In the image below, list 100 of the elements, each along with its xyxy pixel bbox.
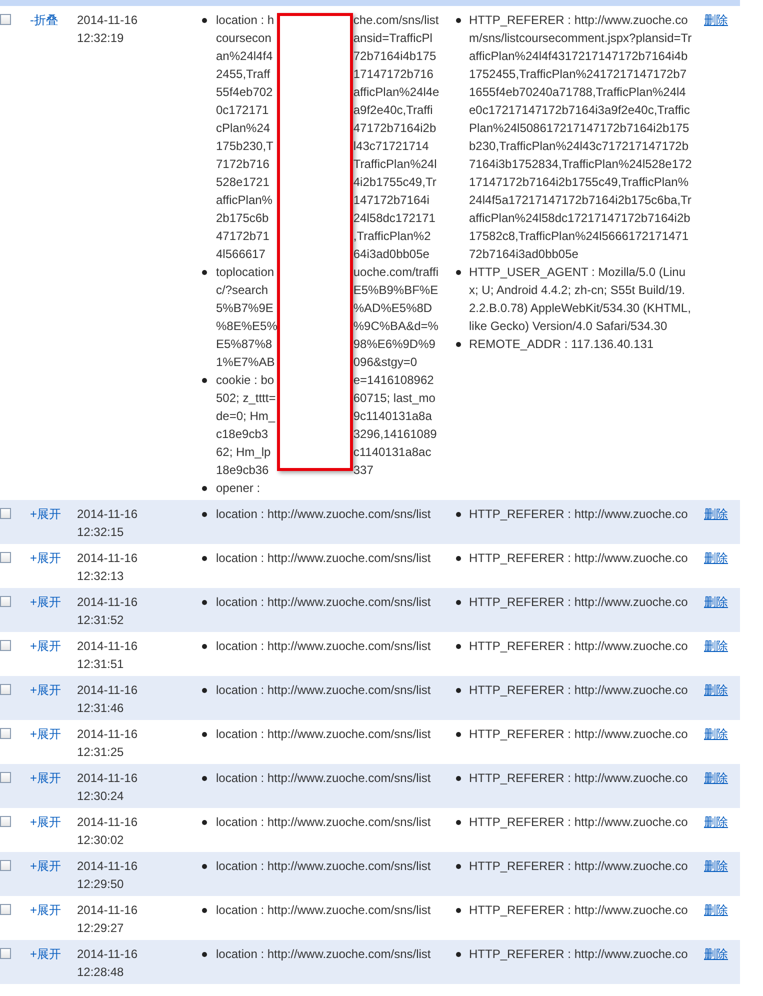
request-text: che.com/sns/list bbox=[353, 12, 440, 29]
delete-link[interactable]: 删除 bbox=[704, 593, 728, 611]
row-checkbox[interactable] bbox=[0, 640, 11, 651]
request-text: cPlan%24 bbox=[216, 120, 272, 137]
row-checkbox[interactable] bbox=[0, 904, 11, 915]
time-text: 12:32:13 bbox=[77, 568, 125, 585]
row-checkbox[interactable] bbox=[0, 772, 11, 783]
expand-toggle-link[interactable]: +展开 bbox=[30, 813, 62, 831]
delete-link[interactable]: 删除 bbox=[704, 725, 728, 743]
time-text: 12:29:27 bbox=[77, 920, 125, 937]
date-text: 2014-11-16 bbox=[77, 726, 138, 743]
delete-link[interactable]: 删除 bbox=[704, 637, 728, 655]
delete-link[interactable]: 删除 bbox=[704, 945, 728, 963]
time-text: 12:32:15 bbox=[77, 524, 125, 541]
bullet-icon bbox=[202, 820, 207, 825]
request-text: c/?search bbox=[216, 282, 270, 299]
delete-link[interactable]: 删除 bbox=[704, 549, 728, 567]
row-checkbox[interactable] bbox=[0, 552, 11, 563]
bullet-icon bbox=[202, 270, 207, 275]
expand-toggle-link[interactable]: +展开 bbox=[30, 945, 62, 963]
request-text: de=0; Hm_ bbox=[216, 408, 276, 425]
bullet-icon bbox=[456, 644, 461, 649]
expand-toggle-link[interactable]: +展开 bbox=[30, 769, 62, 787]
date-text: 2014-11-16 bbox=[77, 814, 138, 831]
request-text: 47172b71 bbox=[216, 228, 270, 245]
request-text: location : http://www.zuoche.com/sns/list bbox=[216, 550, 431, 567]
server-info-text: REMOTE_ADDR : 117.136.40.131 bbox=[469, 336, 655, 353]
bullet-icon bbox=[202, 952, 207, 957]
date-text: 2014-11-16 bbox=[77, 594, 138, 611]
time-text: 12:28:48 bbox=[77, 964, 125, 981]
request-text: 337 bbox=[353, 462, 374, 479]
request-text: location : http://www.zuoche.com/sns/list bbox=[216, 902, 431, 919]
bullet-icon bbox=[456, 732, 461, 737]
request-text: 98%E6%9D%9 bbox=[353, 336, 436, 353]
expand-toggle-link[interactable]: +展开 bbox=[30, 505, 62, 523]
expand-toggle-link[interactable]: +展开 bbox=[30, 725, 62, 743]
delete-link[interactable]: 删除 bbox=[704, 681, 728, 699]
request-text: an%24l4f4 bbox=[216, 48, 274, 65]
delete-link[interactable]: 删除 bbox=[704, 769, 728, 787]
row-checkbox[interactable] bbox=[0, 596, 11, 607]
row-checkbox[interactable] bbox=[0, 860, 11, 871]
server-info-text: HTTP_REFERER : http://www.zuoche.co bbox=[469, 726, 689, 743]
date-text: 2014-11-16 bbox=[77, 506, 138, 523]
row-checkbox[interactable] bbox=[0, 14, 11, 25]
request-text: location : http://www.zuoche.com/sns/list bbox=[216, 682, 431, 699]
request-text: cookie : bo bbox=[216, 372, 276, 389]
bullet-icon bbox=[202, 600, 207, 605]
time-text: 12:29:50 bbox=[77, 876, 125, 893]
request-text: 528e1721 bbox=[216, 174, 270, 191]
server-info-text: HTTP_REFERER : http://www.zuoche.co bbox=[469, 550, 689, 567]
time-text: 12:31:52 bbox=[77, 612, 125, 629]
expand-toggle-link[interactable]: -折叠 bbox=[30, 11, 58, 29]
bullet-icon bbox=[456, 512, 461, 517]
request-text: location : http://www.zuoche.com/sns/list bbox=[216, 814, 431, 831]
request-text: 3296,14161089 bbox=[353, 426, 438, 443]
row-checkbox[interactable] bbox=[0, 728, 11, 739]
delete-link[interactable]: 删除 bbox=[704, 857, 728, 875]
bullet-icon bbox=[456, 688, 461, 693]
request-text: 2b175c6b bbox=[216, 210, 270, 227]
row-checkbox[interactable] bbox=[0, 508, 11, 519]
server-info-text: HTTP_REFERER : http://www.zuoche.co bbox=[469, 594, 689, 611]
request-text: 64i3ad0bb05e bbox=[353, 246, 430, 263]
bullet-icon bbox=[202, 18, 207, 23]
expand-toggle-link[interactable]: +展开 bbox=[30, 637, 62, 655]
row-checkbox[interactable] bbox=[0, 816, 11, 827]
expand-toggle-link[interactable]: +展开 bbox=[30, 681, 62, 699]
request-text: location : http://www.zuoche.com/sns/list bbox=[216, 946, 431, 963]
bullet-icon bbox=[456, 908, 461, 913]
request-text: 9c1140131a8a bbox=[353, 408, 433, 425]
expand-toggle-link[interactable]: +展开 bbox=[30, 593, 62, 611]
request-text: c18e9cb3 bbox=[216, 426, 270, 443]
request-text: toplocation bbox=[216, 264, 276, 281]
delete-link[interactable]: 删除 bbox=[704, 901, 728, 919]
request-text: location : http://www.zuoche.com/sns/list bbox=[216, 858, 431, 875]
expand-toggle-link[interactable]: +展开 bbox=[30, 549, 62, 567]
bullet-icon bbox=[456, 776, 461, 781]
delete-link[interactable]: 删除 bbox=[704, 505, 728, 523]
date-text: 2014-11-16 bbox=[77, 770, 138, 787]
server-info-text: HTTP_REFERER : http://www.zuoche.co bbox=[469, 858, 689, 875]
row-checkbox[interactable] bbox=[0, 684, 11, 695]
request-text: a9f2e40c,Traffi bbox=[353, 102, 434, 119]
request-text: 2455,Traff bbox=[216, 66, 272, 83]
date-text: 2014-11-16 bbox=[77, 550, 138, 567]
row-checkbox[interactable] bbox=[0, 948, 11, 959]
bullet-icon bbox=[456, 270, 461, 275]
request-text: l43c71721714 bbox=[353, 138, 430, 155]
date-text: 2014-11-16 bbox=[77, 638, 138, 655]
expand-toggle-link[interactable]: +展开 bbox=[30, 901, 62, 919]
request-text: location : http://www.zuoche.com/sns/list bbox=[216, 770, 431, 787]
delete-link[interactable]: 删除 bbox=[704, 11, 728, 29]
expand-toggle-link[interactable]: +展开 bbox=[30, 857, 62, 875]
bullet-icon bbox=[202, 512, 207, 517]
server-info-text: HTTP_REFERER : http://www.zuoche.co bbox=[469, 902, 689, 919]
request-text: 502; z_tttt= bbox=[216, 390, 277, 407]
request-text: ansid=TrafficPl bbox=[353, 30, 434, 47]
date-text: 2014-11-16 bbox=[77, 12, 138, 29]
time-text: 12:31:46 bbox=[77, 700, 125, 717]
request-text: coursecon bbox=[216, 30, 272, 47]
request-text: opener : bbox=[216, 480, 262, 497]
delete-link[interactable]: 删除 bbox=[704, 813, 728, 831]
